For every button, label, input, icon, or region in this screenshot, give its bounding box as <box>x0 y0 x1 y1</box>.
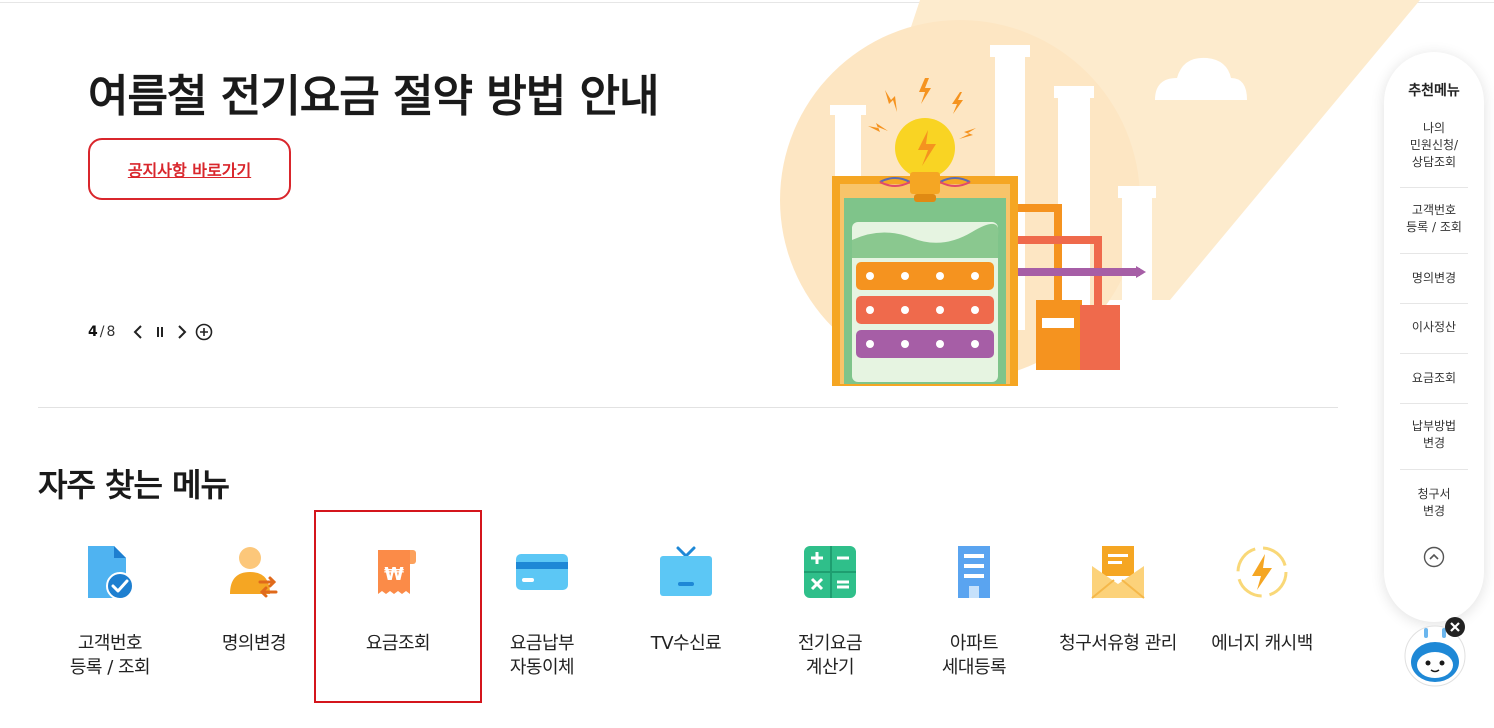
quick-menu: 추천메뉴 나의 민원신청/ 상담조회 고객번호 등록 / 조회 명의변경 이사정… <box>1384 52 1484 622</box>
menu-label: 청구서유형 관리 <box>1059 633 1177 654</box>
quick-menu-title: 추천메뉴 <box>1408 83 1460 99</box>
hero-title: 여름철 전기요금 절약 방법 안내 <box>88 71 660 122</box>
slide-separator: / <box>99 324 105 340</box>
quick-item-fee-lookup[interactable]: 요금조회 <box>1400 370 1468 387</box>
energy-cashback-icon <box>1230 540 1294 604</box>
mail-bill-icon <box>1086 540 1150 604</box>
slide-pager: 4 / 8 <box>88 320 215 344</box>
chatbot-robot-icon <box>1404 617 1466 687</box>
prev-slide-icon[interactable] <box>127 321 149 343</box>
menu-label: 요금납부 자동이체 <box>509 633 575 678</box>
menu-bill-type[interactable]: 청구서유형 관리 <box>1046 540 1190 680</box>
pause-icon[interactable] <box>149 321 171 343</box>
scroll-top-icon[interactable] <box>1423 546 1445 568</box>
quick-item-move-settlement[interactable]: 이사정산 <box>1400 319 1468 336</box>
tv-icon <box>654 540 718 604</box>
menu-calculator[interactable]: 전기요금 계산기 <box>758 540 902 680</box>
menu-apartment[interactable]: 아파트 세대등록 <box>902 540 1046 680</box>
menu-label: 에너지 캐시백 <box>1211 633 1313 654</box>
menu-name-change[interactable]: 명의변경 <box>182 540 326 680</box>
menu-energy-cashback[interactable]: 에너지 캐시백 <box>1190 540 1334 680</box>
menu-label: 고객번호 등록 / 조회 <box>69 633 151 678</box>
menu-label: 명의변경 <box>221 633 287 654</box>
quick-divider <box>1400 353 1468 354</box>
quick-item-bill-change[interactable]: 청구서 변경 <box>1400 486 1468 520</box>
quick-divider <box>1400 469 1468 470</box>
quick-divider <box>1400 253 1468 254</box>
menu-label: 아파트 세대등록 <box>941 633 1007 678</box>
section-divider <box>38 407 1338 408</box>
next-slide-icon[interactable] <box>171 321 193 343</box>
menu-fee-lookup[interactable]: ₩ 요금조회 <box>326 540 470 680</box>
apartment-icon <box>942 540 1006 604</box>
quick-item-my-requests[interactable]: 나의 민원신청/ 상담조회 <box>1400 120 1468 171</box>
person-transfer-icon <box>222 540 286 604</box>
quick-divider <box>1400 187 1468 188</box>
quick-item-customer-number[interactable]: 고객번호 등록 / 조회 <box>1400 202 1468 236</box>
energy-illustration <box>780 0 1420 386</box>
notice-button[interactable]: 공지사항 바로가기 <box>88 138 291 200</box>
menu-label: TV수신료 <box>650 633 722 654</box>
menu-customer-number[interactable]: 고객번호 등록 / 조회 <box>38 540 182 680</box>
document-check-icon <box>78 540 142 604</box>
credit-card-icon <box>510 540 574 604</box>
quick-item-payment-method[interactable]: 납부방법 변경 <box>1400 418 1468 452</box>
more-slides-icon[interactable] <box>193 321 215 343</box>
quick-divider <box>1400 303 1468 304</box>
slide-current: 4 <box>88 324 98 340</box>
won-receipt-icon: ₩ <box>366 540 430 604</box>
frequent-menu: 고객번호 등록 / 조회 명의변경 ₩ 요금조회 요금납부 자동이체 TV수신료… <box>38 540 1334 680</box>
calculator-icon <box>798 540 862 604</box>
quick-item-name-change[interactable]: 명의변경 <box>1400 270 1468 287</box>
menu-label: 요금조회 <box>365 633 431 654</box>
menu-auto-payment[interactable]: 요금납부 자동이체 <box>470 540 614 680</box>
menu-tv-fee[interactable]: TV수신료 <box>614 540 758 680</box>
quick-divider <box>1400 403 1468 404</box>
section-title: 자주 찾는 메뉴 <box>38 466 230 504</box>
menu-label: 전기요금 계산기 <box>797 633 863 678</box>
slide-total: 8 <box>106 324 116 340</box>
notice-button-label: 공지사항 바로가기 <box>127 161 252 180</box>
svg-text:₩: ₩ <box>384 564 404 585</box>
chatbot-button[interactable] <box>1402 616 1468 690</box>
